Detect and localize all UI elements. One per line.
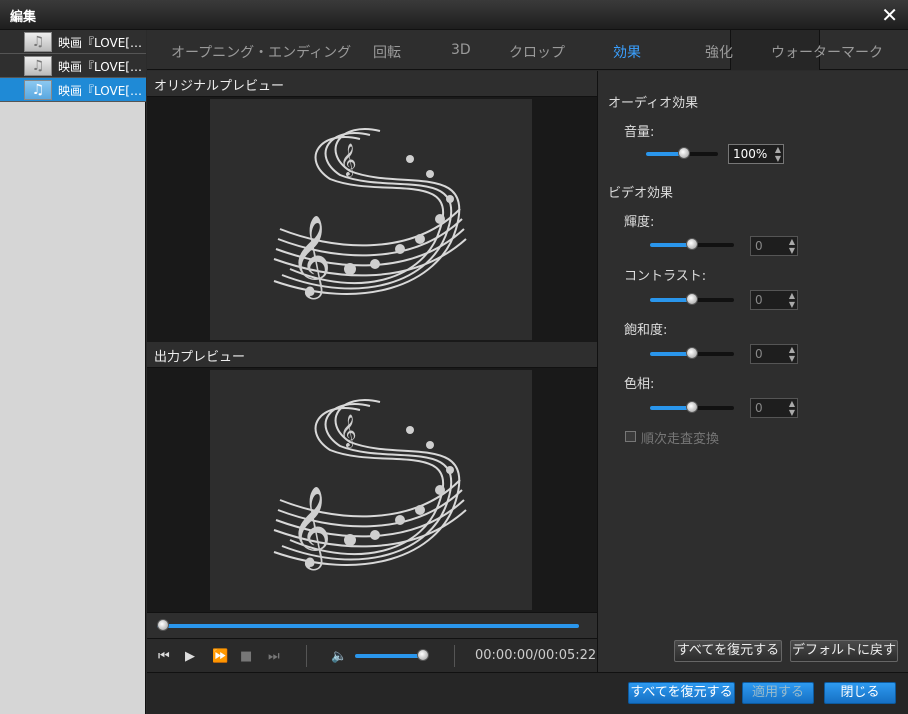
file-list: ♫ 映画『LOVE[… ♫ 映画『LOVE[… ♫ 映画『LOVE[… [0,30,146,714]
contrast-handle[interactable] [686,293,698,305]
next-frame-icon[interactable]: ⏭ [268,649,280,664]
footer: すべてを復元する 適用する 閉じる [147,672,908,714]
contrast-label: コントラスト: [624,269,707,284]
music-note-icon: ♫ [24,32,52,52]
volume-input[interactable]: 100% ▲ ▼ [728,144,784,164]
player-volume-handle[interactable] [417,649,429,661]
stop-icon[interactable]: ■ [240,649,252,664]
svg-text:𝄞: 𝄞 [340,143,357,177]
contrast-slider[interactable] [650,292,734,308]
restore-all-effects-button[interactable]: すべてを復元する [674,640,782,662]
time-display: 00:00:00/00:05:22 [475,648,597,663]
volume-icon[interactable]: 🔈 [331,649,347,664]
original-preview: 𝄞 𝄞 [147,97,597,342]
contrast-input[interactable]: 0 ▲ ▼ [750,290,798,310]
play-icon[interactable]: ▶ [185,649,195,664]
tab-3d[interactable]: 3D [451,42,471,58]
divider [454,645,455,667]
tab-effects[interactable]: 効果 [613,42,641,62]
brightness-slider[interactable] [650,237,734,253]
window-title: 編集 [10,10,37,25]
close-icon[interactable]: ✕ [881,3,898,27]
deinterlace-label: 順次走査変換 [641,432,720,447]
file-item-selected[interactable]: ♫ 映画『LOVE[… [0,78,146,102]
svg-text:𝄞: 𝄞 [290,214,331,299]
saturation-slider[interactable] [650,346,734,362]
hue-slider[interactable] [650,400,734,416]
original-preview-label: オリジナルプレビュー [147,71,597,97]
file-item[interactable]: ♫ 映画『LOVE[… [0,30,146,54]
music-note-icon: ♫ [24,56,52,76]
output-preview-label: 出力プレビュー [147,342,597,368]
apply-button[interactable]: 適用する [742,682,814,704]
spin-arrows-icon[interactable]: ▲ ▼ [775,145,781,163]
music-staff-image: 𝄞 𝄞 [210,99,532,340]
file-item[interactable]: ♫ 映画『LOVE[… [0,54,146,78]
player-volume-fill [355,654,421,658]
restore-all-button[interactable]: すべてを復元する [628,682,735,704]
effects-panel: オーディオ効果 音量: 100% ▲ ▼ ビデオ効果 輝度: 0 ▲ ▼ コントラスト… [597,71,908,672]
saturation-label: 飽和度: [624,323,668,338]
reset-default-button[interactable]: デフォルトに戻す [790,640,898,662]
volume-label: 音量: [624,125,655,140]
seek-handle[interactable] [157,619,169,631]
saturation-handle[interactable] [686,347,698,359]
svg-text:𝄞: 𝄞 [290,485,331,570]
audio-section-title: オーディオ効果 [608,96,699,111]
tab-opening-ending[interactable]: オープニング・エンディング [171,42,351,62]
music-staff-image: 𝄞 𝄞 [210,370,532,610]
divider [306,645,307,667]
hue-handle[interactable] [686,401,698,413]
tab-bar: オープニング・エンディング 回転 3D クロップ 効果 強化 ウォーターマーク [147,30,908,70]
close-button[interactable]: 閉じる [824,682,896,704]
tab-enhance[interactable]: 強化 [705,42,733,62]
seek-bar[interactable] [147,612,597,638]
previous-icon[interactable]: ⏮ [158,649,170,664]
file-name: 映画『LOVE[… [58,60,142,74]
brightness-label: 輝度: [624,215,655,230]
volume-slider[interactable] [646,146,718,162]
svg-text:𝄞: 𝄞 [340,414,357,448]
player-volume-slider[interactable] [355,648,431,664]
music-note-icon: ♫ [24,80,52,100]
volume-handle[interactable] [678,147,690,159]
seek-slider[interactable] [157,618,581,634]
brightness-handle[interactable] [686,238,698,250]
fast-forward-icon[interactable]: ⏩ [212,649,228,664]
title-bar: 編集 ✕ [0,0,908,30]
file-name: 映画『LOVE[… [58,36,142,50]
tab-crop[interactable]: クロップ [509,42,565,62]
saturation-input[interactable]: 0 ▲ ▼ [750,344,798,364]
playback-controls: ⏮ ▶ ⏩ ■ ⏭ 🔈 00:00:00/00:05:22 [147,638,597,672]
tab-watermark[interactable]: ウォーターマーク [771,42,883,62]
file-name: 映画『LOVE[… [58,84,142,98]
tab-rotate[interactable]: 回転 [373,42,401,62]
video-section-title: ビデオ効果 [608,186,674,201]
hue-input[interactable]: 0 ▲ ▼ [750,398,798,418]
deinterlace-checkbox[interactable] [625,431,636,442]
seek-fill [157,624,579,628]
brightness-input[interactable]: 0 ▲ ▼ [750,236,798,256]
output-preview: 𝄞 𝄞 [147,368,597,612]
hue-label: 色相: [624,377,655,392]
